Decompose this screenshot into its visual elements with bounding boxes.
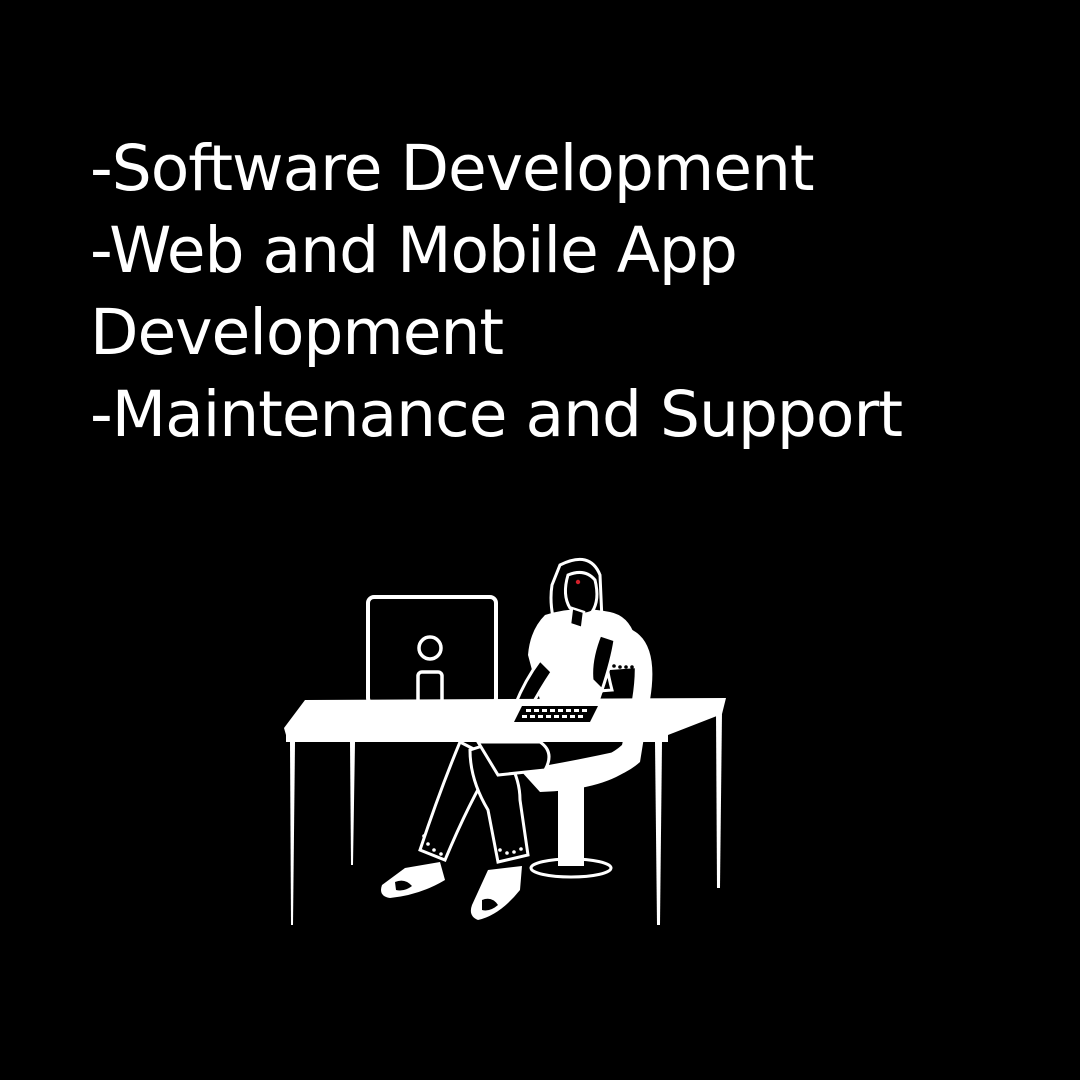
person-at-desk-illustration-icon <box>284 557 726 925</box>
slide: -Software Development -Web and Mobile Ap… <box>0 0 1080 1080</box>
service-item-maintenance-support: -Maintenance and Support <box>90 378 903 451</box>
services-list: -Software Development -Web and Mobile Ap… <box>90 128 1050 456</box>
service-item-software-development: -Software Development <box>90 132 815 205</box>
service-item-web-mobile-app-development: -Web and Mobile App Development <box>90 214 738 369</box>
